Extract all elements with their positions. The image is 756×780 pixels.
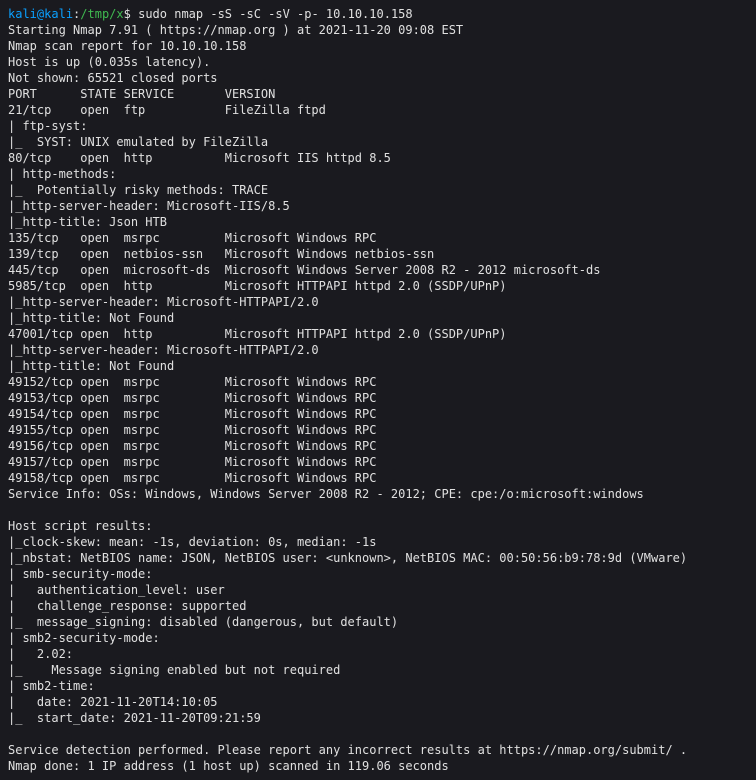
output-line: 49153/tcp open msrpc Microsoft Windows R… [8,391,376,405]
output-line: |_http-title: Not Found [8,359,174,373]
output-line: | smb-security-mode: [8,567,153,581]
output-line: Nmap scan report for 10.10.10.158 [8,39,246,53]
output-line: 49152/tcp open msrpc Microsoft Windows R… [8,375,376,389]
output-line: Nmap done: 1 IP address (1 host up) scan… [8,759,449,773]
output-line: |_nbstat: NetBIOS name: JSON, NetBIOS us… [8,551,687,565]
output-line: PORT STATE SERVICE VERSION [8,87,275,101]
output-line: | smb2-security-mode: [8,631,160,645]
output-line: 5985/tcp open http Microsoft HTTPAPI htt… [8,279,507,293]
output-line: 135/tcp open msrpc Microsoft Windows RPC [8,231,376,245]
output-line: |_http-title: Not Found [8,311,174,325]
output-line: |_ message_signing: disabled (dangerous,… [8,615,398,629]
output-line: |_http-server-header: Microsoft-HTTPAPI/… [8,295,319,309]
output-line: |_http-server-header: Microsoft-HTTPAPI/… [8,343,319,357]
output-line: |_ start_date: 2021-11-20T09:21:59 [8,711,261,725]
output-line: 80/tcp open http Microsoft IIS httpd 8.5 [8,151,391,165]
output-line: 49155/tcp open msrpc Microsoft Windows R… [8,423,376,437]
output-line: 49157/tcp open msrpc Microsoft Windows R… [8,455,376,469]
output-line: Starting Nmap 7.91 ( https://nmap.org ) … [8,23,463,37]
output-line: 139/tcp open netbios-ssn Microsoft Windo… [8,247,434,261]
output-line: Host script results: [8,519,153,533]
output-line: Service detection performed. Please repo… [8,743,687,757]
output-line: 49154/tcp open msrpc Microsoft Windows R… [8,407,376,421]
output-line: 49158/tcp open msrpc Microsoft Windows R… [8,471,376,485]
output-line: 21/tcp open ftp FileZilla ftpd [8,103,326,117]
output-line: | authentication_level: user [8,583,225,597]
output-line: |_http-title: Json HTB [8,215,167,229]
output-line: | challenge_response: supported [8,599,246,613]
output-line: 49156/tcp open msrpc Microsoft Windows R… [8,439,376,453]
output-line: | 2.02: [8,647,73,661]
output-line: |_ Potentially risky methods: TRACE [8,183,268,197]
output-line: Host is up (0.035s latency). [8,55,210,69]
output-line: | date: 2021-11-20T14:10:05 [8,695,218,709]
prompt-user: kali [8,7,37,21]
output-line: |_http-server-header: Microsoft-IIS/8.5 [8,199,290,213]
output-line: |_clock-skew: mean: -1s, deviation: 0s, … [8,535,376,549]
output-line: Not shown: 65521 closed ports [8,71,218,85]
output-line: | http-methods: [8,167,116,181]
prompt-host: kali [44,7,73,21]
prompt-path: /tmp/x [80,7,123,21]
output-line: | smb2-time: [8,679,95,693]
output-line: 47001/tcp open http Microsoft HTTPAPI ht… [8,327,507,341]
output-line: | ftp-syst: [8,119,87,133]
output-line: |_ SYST: UNIX emulated by FileZilla [8,135,268,149]
terminal-output: kali@kali:/tmp/x$ sudo nmap -sS -sC -sV … [0,0,756,780]
prompt-symbol: $ [124,7,138,21]
command-input[interactable]: sudo nmap -sS -sC -sV -p- 10.10.10.158 [138,7,413,21]
output-line: |_ Message signing enabled but not requi… [8,663,340,677]
output-line: 445/tcp open microsoft-ds Microsoft Wind… [8,263,600,277]
output-line: Service Info: OSs: Windows, Windows Serv… [8,487,644,501]
